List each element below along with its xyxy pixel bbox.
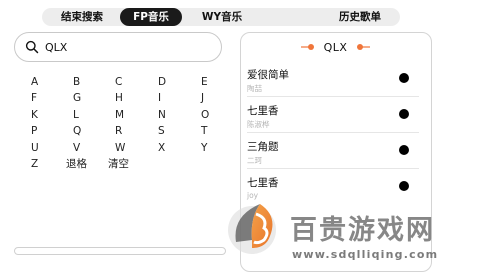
key-k[interactable]: K [31, 109, 38, 121]
play-dot-icon[interactable] [399, 145, 409, 155]
song-artist: 陈淑桦 [247, 120, 270, 129]
tab-history-playlist[interactable]: 历史歌单 [330, 8, 390, 26]
horizontal-scrollbar[interactable] [14, 247, 226, 255]
play-dot-icon[interactable] [399, 181, 409, 191]
key-m[interactable]: M [115, 109, 124, 121]
key-backspace[interactable]: 退格 [66, 158, 87, 170]
tab-end-search[interactable]: 结束搜索 [48, 8, 116, 26]
key-n[interactable]: N [158, 109, 166, 121]
song-title: 七里香 [247, 105, 279, 117]
key-x[interactable]: X [158, 142, 165, 154]
watermark-logo [228, 204, 276, 254]
play-dot-icon[interactable] [399, 73, 409, 83]
song-artist: 陶喆 [247, 84, 262, 93]
key-v[interactable]: V [73, 142, 80, 154]
song-row[interactable]: 七里香 陈淑桦 [247, 97, 427, 133]
search-icon [25, 40, 39, 54]
key-z[interactable]: Z [31, 158, 38, 170]
key-y[interactable]: Y [201, 142, 207, 154]
tab-fp-music[interactable]: FP音乐 [120, 8, 182, 26]
key-b[interactable]: B [73, 76, 80, 88]
tab-wy-music[interactable]: WY音乐 [194, 8, 250, 26]
key-h[interactable]: H [115, 92, 123, 104]
search-box[interactable] [14, 32, 222, 62]
song-title: 三角题 [247, 141, 279, 153]
watermark-url: www.sdqlliqing.com [292, 248, 439, 261]
key-u[interactable]: U [31, 142, 39, 154]
key-clear[interactable]: 清空 [108, 158, 129, 170]
key-l[interactable]: L [73, 109, 79, 121]
song-row[interactable]: 爱很简单 陶喆 [247, 61, 427, 97]
key-d[interactable]: D [158, 76, 166, 88]
key-o[interactable]: O [201, 109, 209, 121]
search-input[interactable] [45, 38, 205, 56]
key-t[interactable]: T [201, 125, 207, 137]
song-row[interactable]: 三角题 二珂 [247, 133, 427, 169]
key-p[interactable]: P [31, 125, 37, 137]
song-title: 爱很简单 [247, 69, 289, 81]
source-tab-bar: 结束搜索 FP音乐 WY音乐 历史歌单 [42, 8, 400, 26]
play-dot-icon[interactable] [399, 109, 409, 119]
song-title: 七里香 [247, 177, 279, 189]
key-w[interactable]: W [115, 142, 125, 154]
key-q[interactable]: Q [73, 125, 81, 137]
key-c[interactable]: C [115, 76, 122, 88]
key-j[interactable]: J [201, 92, 204, 104]
key-a[interactable]: A [31, 76, 38, 88]
watermark-text: 百贵游戏网 [290, 215, 435, 246]
key-r[interactable]: R [115, 125, 122, 137]
panel-title: QLX [323, 41, 348, 54]
key-i[interactable]: I [158, 92, 161, 104]
key-f[interactable]: F [31, 92, 37, 104]
key-g[interactable]: G [73, 92, 81, 104]
right-decoration-icon [357, 44, 370, 50]
key-e[interactable]: E [201, 76, 208, 88]
song-artist: 二珂 [247, 156, 262, 165]
key-s[interactable]: S [158, 125, 165, 137]
